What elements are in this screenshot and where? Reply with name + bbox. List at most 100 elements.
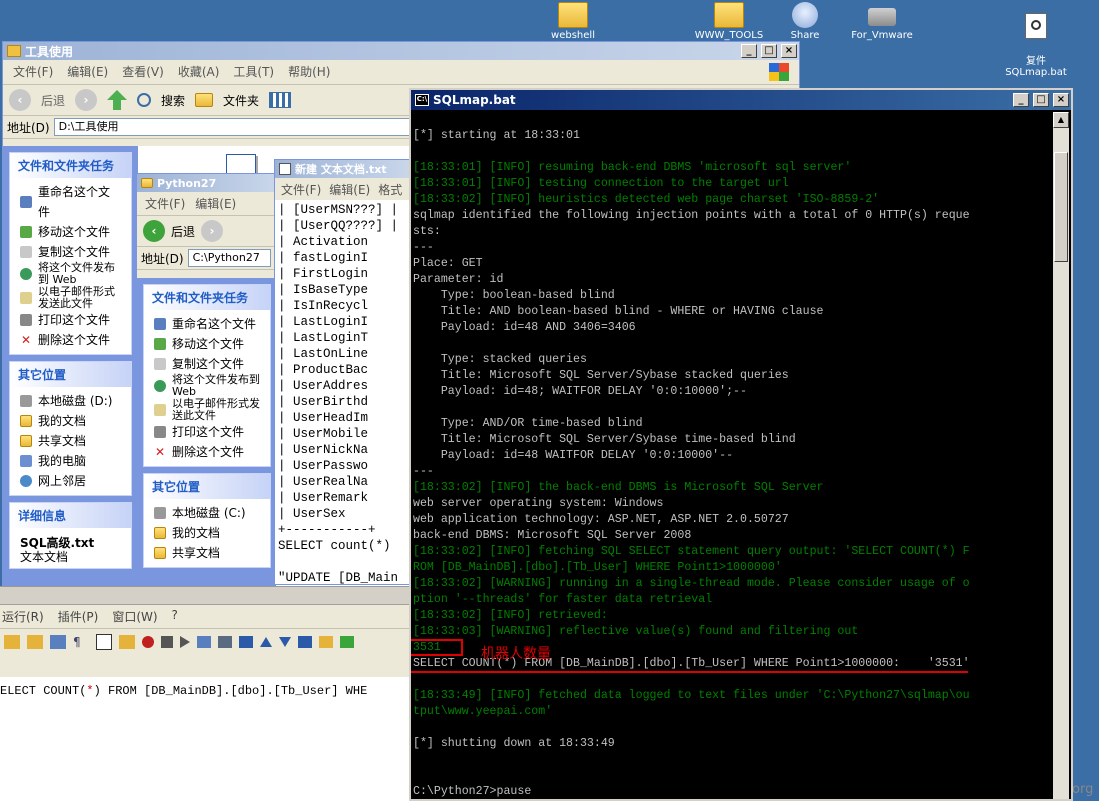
task-label: 打印这个文件 — [172, 425, 245, 439]
back-button-label[interactable]: 后退 — [41, 92, 65, 109]
window-titlebar[interactable]: C:\ SQLmap.bat _ □ × — [411, 90, 1071, 110]
editor-titlebar[interactable] — [0, 587, 410, 605]
window-titlebar[interactable]: Python27 — [137, 174, 275, 192]
place-label: 本地磁盘 (D:) — [38, 394, 113, 408]
menu-help[interactable]: ? — [172, 608, 178, 625]
maximize-button[interactable]: □ — [1033, 93, 1049, 107]
menu-file[interactable]: 文件(F) — [145, 195, 185, 212]
place-network[interactable]: 网上邻居 — [20, 471, 121, 491]
task-move[interactable]: 移动这个文件 — [20, 222, 121, 242]
menu-view[interactable]: 查看(V) — [122, 63, 164, 81]
toolbar-icon[interactable] — [27, 635, 43, 649]
editor-code-area[interactable]: ELECT COUNT(*) FROM [DB_MainDB].[dbo].[T… — [0, 677, 410, 801]
toolbar-icon[interactable] — [119, 635, 135, 649]
stop-icon[interactable] — [161, 636, 173, 648]
place-my-documents[interactable]: 我的文档 — [154, 523, 260, 543]
notepad-text-area[interactable]: | [UserMSN???] | | [UserQQ????] | | Activa… — [275, 200, 409, 584]
panel-header[interactable]: 文件和文件夹任务 — [10, 153, 131, 178]
fast-forward-icon[interactable] — [197, 636, 211, 648]
minimize-button[interactable]: _ — [1013, 93, 1029, 107]
folder-icon — [154, 547, 166, 559]
task-delete[interactable]: ✕ 删除这个文件 — [20, 330, 121, 350]
toolbar-icon[interactable] — [50, 635, 66, 649]
menu-file[interactable]: 文件(F) — [281, 181, 321, 198]
save-macro-icon[interactable] — [218, 636, 232, 648]
task-email[interactable]: 以电子邮件形式发送此文件 — [154, 398, 260, 422]
desktop-icon-webshell[interactable]: webshell — [528, 2, 618, 41]
address-input[interactable]: C:\Python27 — [187, 249, 271, 267]
place-my-computer[interactable]: 我的电脑 — [20, 451, 121, 471]
up-folder-icon[interactable] — [107, 90, 128, 110]
back-button-label[interactable]: 后退 — [171, 223, 195, 240]
folders-button-label[interactable]: 文件夹 — [223, 92, 259, 109]
up-arrow-icon[interactable] — [260, 637, 272, 647]
task-rename[interactable]: 重命名这个文件 — [154, 314, 260, 334]
window-titlebar[interactable]: 工具使用 _ □ × — [3, 42, 799, 60]
menu-help[interactable]: 帮助(H) — [288, 63, 330, 81]
close-button[interactable]: × — [781, 44, 797, 58]
menu-run[interactable]: 运行(R) — [2, 608, 44, 625]
back-arrow-icon[interactable]: ‹ — [9, 89, 31, 111]
console-output[interactable]: [*] starting at 18:33:01 [18:33:01] [INF… — [413, 112, 1055, 799]
forward-arrow-icon[interactable]: › — [75, 89, 98, 111]
window-titlebar[interactable]: 新建 文本文档.txt — [275, 160, 409, 178]
console-scrollbar[interactable]: ▲ — [1053, 112, 1069, 799]
maximize-button[interactable]: □ — [761, 44, 777, 58]
menu-window[interactable]: 窗口(W) — [112, 608, 157, 625]
toolbar-icon[interactable] — [4, 635, 20, 649]
panel-header[interactable]: 其它位置 — [144, 474, 270, 499]
close-button[interactable]: × — [1053, 93, 1069, 107]
scroll-up-arrow[interactable]: ▲ — [1053, 112, 1069, 128]
search-icon[interactable] — [137, 93, 152, 107]
menu-plugins[interactable]: 插件(P) — [58, 608, 99, 625]
place-my-documents[interactable]: 我的文档 — [20, 411, 121, 431]
forward-arrow-icon[interactable]: › — [201, 220, 224, 242]
task-delete[interactable]: ✕ 删除这个文件 — [154, 442, 260, 462]
menu-favorites[interactable]: 收藏(A) — [178, 63, 220, 81]
desktop-icon-sqlmap-bat[interactable]: 复件 SQLmap.bat — [991, 2, 1081, 89]
menu-edit[interactable]: 编辑(E) — [195, 195, 236, 212]
down-arrow-icon[interactable] — [279, 637, 291, 647]
menu-edit[interactable]: 编辑(E) — [67, 63, 108, 81]
task-publish[interactable]: 将这个文件发布到 Web — [20, 262, 121, 286]
task-copy[interactable]: 复制这个文件 — [20, 242, 121, 262]
desktop-icon-for-vmware[interactable]: For_Vmware — [837, 2, 927, 41]
menu-file[interactable]: 文件(F) — [13, 63, 53, 81]
task-print[interactable]: 打印这个文件 — [20, 310, 121, 330]
back-arrow-icon[interactable]: ‹ — [143, 220, 165, 242]
notepad-line: | UserNickNa — [278, 443, 369, 457]
task-print[interactable]: 打印这个文件 — [154, 422, 260, 442]
minimize-button[interactable]: _ — [741, 44, 757, 58]
panel-header[interactable]: 其它位置 — [10, 362, 131, 387]
menu-format[interactable]: 格式 — [378, 181, 402, 198]
task-rename[interactable]: 重命名这个文件 — [20, 182, 121, 222]
task-publish[interactable]: 将这个文件发布到 Web — [154, 374, 260, 398]
menu-tools[interactable]: 工具(T) — [233, 63, 274, 81]
place-shared-documents[interactable]: 共享文档 — [20, 431, 121, 451]
align-icon[interactable] — [239, 636, 253, 648]
place-local-disk[interactable]: 本地磁盘 (C:) — [154, 503, 260, 523]
other-places-panel: 其它位置 本地磁盘 (C:) 我的文档 共享文档 — [143, 473, 271, 568]
place-local-disk[interactable]: 本地磁盘 (D:) — [20, 391, 121, 411]
panel-header[interactable]: 文件和文件夹任务 — [144, 285, 270, 310]
task-copy[interactable]: 复制这个文件 — [154, 354, 260, 374]
toolbar-icon[interactable] — [319, 636, 333, 648]
play-icon[interactable] — [180, 636, 190, 648]
views-icon[interactable] — [269, 92, 292, 108]
task-move[interactable]: 移动这个文件 — [154, 334, 260, 354]
indent-icon[interactable] — [96, 634, 112, 650]
scroll-thumb[interactable] — [1054, 152, 1068, 262]
toolbar-icon[interactable] — [298, 636, 312, 648]
task-email[interactable]: 以电子邮件形式发送此文件 — [20, 286, 121, 310]
panel-header[interactable]: 详细信息 — [10, 503, 131, 528]
spellcheck-icon[interactable] — [340, 636, 354, 648]
record-icon[interactable] — [142, 636, 154, 648]
folders-icon[interactable] — [195, 93, 214, 107]
paragraph-icon[interactable]: ¶ — [73, 635, 89, 649]
place-shared-documents[interactable]: 共享文档 — [154, 543, 260, 563]
address-label: 地址(D) — [7, 120, 50, 135]
console-line: C:\Python27>pause — [413, 785, 532, 798]
menu-edit[interactable]: 编辑(E) — [329, 181, 370, 198]
search-button-label[interactable]: 搜索 — [161, 92, 185, 109]
